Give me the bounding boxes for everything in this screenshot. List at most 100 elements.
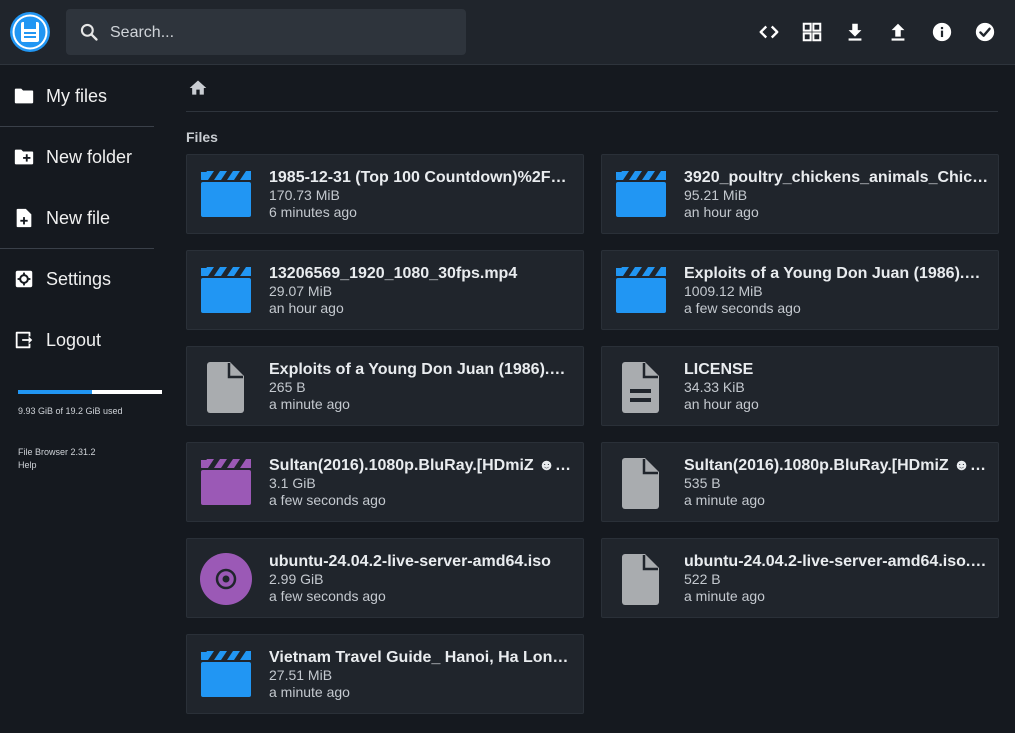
file-size: 29.07 MiB <box>269 283 333 299</box>
movie-icon <box>201 459 251 505</box>
file-name: LICENSE <box>684 361 754 378</box>
file-type-icon <box>613 456 669 510</box>
file-size: 1009.12 MiB <box>684 283 763 299</box>
movie-icon <box>201 171 251 217</box>
file-modified: 6 minutes ago <box>269 204 357 220</box>
file-name: 1985-12-31 (Top 100 Countdown)%2FDisc 1.… <box>269 169 574 186</box>
file-modified: an hour ago <box>269 300 344 316</box>
top-bar <box>0 0 1015 65</box>
file-name: 13206569_1920_1080_30fps.mp4 <box>269 265 518 282</box>
file-size: 522 B <box>684 571 721 587</box>
file-item[interactable]: 3920_poultry_chickens_animals_Chickens_1… <box>601 154 999 234</box>
home-icon[interactable] <box>188 78 208 98</box>
file-item[interactable]: Exploits of a Young Don Juan (1986).mp4.… <box>186 346 584 426</box>
switch-view-button[interactable] <box>797 17 827 47</box>
file-type-icon <box>613 552 669 606</box>
sidebar-item-label: Settings <box>46 268 112 289</box>
file-item[interactable]: LICENSE 34.33 KiB an hour ago <box>601 346 999 426</box>
search-input[interactable] <box>108 9 452 57</box>
sidebar-item-new-file[interactable]: New file <box>0 189 154 247</box>
file-name: 3920_poultry_chickens_animals_Chickens_1… <box>684 169 989 186</box>
file-name: Sultan(2016).1080p.BluRay.[HDmiZ ☻ ne.mk… <box>269 457 574 474</box>
upload-icon <box>891 23 905 41</box>
search-icon <box>80 23 98 41</box>
file-name: Exploits of a Young Don Juan (1986).mp4.… <box>269 361 574 378</box>
file-size: 3.1 GiB <box>269 475 316 491</box>
download-icon <box>848 23 862 41</box>
file-type-icon <box>198 648 254 702</box>
text-file-icon <box>622 362 659 413</box>
upload-button[interactable] <box>883 17 913 47</box>
sidebar-item-label: New file <box>46 207 111 228</box>
sidebar-item-label: My files <box>46 85 108 106</box>
sidebar-item-label: New folder <box>46 146 133 167</box>
sidebar: My files New folder New file Settings Lo… <box>0 65 162 733</box>
file-type-icon <box>198 264 254 318</box>
file-modified: a few seconds ago <box>269 588 386 604</box>
file-type-icon <box>198 168 254 222</box>
file-item[interactable]: Exploits of a Young Don Juan (1986).mp4 1… <box>601 250 999 330</box>
check-circle-icon <box>975 22 995 42</box>
storage-usage-text: 9.93 GiB of 19.2 GiB used <box>18 406 123 416</box>
info-button[interactable] <box>927 17 957 47</box>
file-modified: an hour ago <box>684 204 759 220</box>
file-type-icon <box>198 360 254 414</box>
sidebar-item-my-files[interactable]: My files <box>0 67 154 125</box>
file-name: Exploits of a Young Don Juan (1986).mp4 <box>684 265 989 282</box>
sidebar-item-settings[interactable]: Settings <box>0 250 154 308</box>
file-size: 95.21 MiB <box>684 187 748 203</box>
version-label[interactable]: File Browser 2.31.2 <box>18 446 96 459</box>
code-icon <box>759 25 779 39</box>
file-type-icon <box>198 552 254 606</box>
breadcrumb <box>186 76 998 112</box>
file-icon <box>622 554 659 605</box>
info-icon <box>932 22 952 42</box>
sidebar-item-logout[interactable]: Logout <box>0 311 154 369</box>
file-item[interactable]: 13206569_1920_1080_30fps.mp4 29.07 MiB an … <box>186 250 584 330</box>
file-modified: a minute ago <box>269 684 350 700</box>
help-link[interactable]: Help <box>18 459 96 472</box>
file-item[interactable]: Sultan(2016).1080p.BluRay.[HDmiZ ☻ ne.mk… <box>186 442 584 522</box>
select-multiple-button[interactable] <box>970 17 1000 47</box>
file-name: Vietnam Travel Guide_ Hanoi, Ha Long Bay… <box>269 649 574 666</box>
file-item[interactable]: ubuntu-24.04.2-live-server-amd64.iso 2.99… <box>186 538 584 618</box>
file-size: 2.99 GiB <box>269 571 324 587</box>
file-modified: a minute ago <box>684 588 765 604</box>
file-item[interactable]: 1985-12-31 (Top 100 Countdown)%2FDisc 1.… <box>186 154 584 234</box>
floppy-logo-icon <box>10 12 50 52</box>
files-section-label: Files <box>186 129 218 145</box>
create-new-folder-icon <box>14 149 34 165</box>
storage-usage-bar <box>18 390 162 394</box>
file-size: 27.51 MiB <box>269 667 333 683</box>
note-add-icon <box>16 208 32 228</box>
disc-image-icon <box>200 553 252 605</box>
file-name: ubuntu-24.04.2-live-server-amd64.iso <box>269 553 551 570</box>
file-item[interactable]: Vietnam Travel Guide_ Hanoi, Ha Long Bay… <box>186 634 584 714</box>
file-icon <box>622 458 659 509</box>
toggle-source-button[interactable] <box>754 17 784 47</box>
search-box[interactable] <box>66 9 466 57</box>
download-button[interactable] <box>840 17 870 47</box>
logout-icon <box>15 331 33 349</box>
file-name: Sultan(2016).1080p.BluRay.[HDmiZ ☻ ne.mk… <box>684 457 989 474</box>
sidebar-divider <box>0 248 154 249</box>
settings-icon <box>15 270 33 288</box>
credits: File Browser 2.31.2 Help <box>18 446 96 472</box>
grid-view-icon <box>802 22 822 42</box>
file-modified: a minute ago <box>684 492 765 508</box>
file-modified: an hour ago <box>684 396 759 412</box>
file-item[interactable]: Sultan(2016).1080p.BluRay.[HDmiZ ☻ ne.mk… <box>601 442 999 522</box>
movie-icon <box>201 651 251 697</box>
file-browser-logo[interactable] <box>10 12 50 52</box>
sidebar-item-new-folder[interactable]: New folder <box>0 128 154 186</box>
file-type-icon <box>613 264 669 318</box>
file-modified: a few seconds ago <box>269 492 386 508</box>
file-item[interactable]: ubuntu-24.04.2-live-server-amd64.iso.ari… <box>601 538 999 618</box>
file-name: ubuntu-24.04.2-live-server-amd64.iso.ari… <box>684 553 989 570</box>
folder-icon <box>14 88 34 104</box>
movie-icon <box>201 267 251 313</box>
file-size: 34.33 KiB <box>684 379 745 395</box>
file-size: 535 B <box>684 475 721 491</box>
file-icon <box>207 362 244 413</box>
sidebar-divider <box>0 126 154 127</box>
